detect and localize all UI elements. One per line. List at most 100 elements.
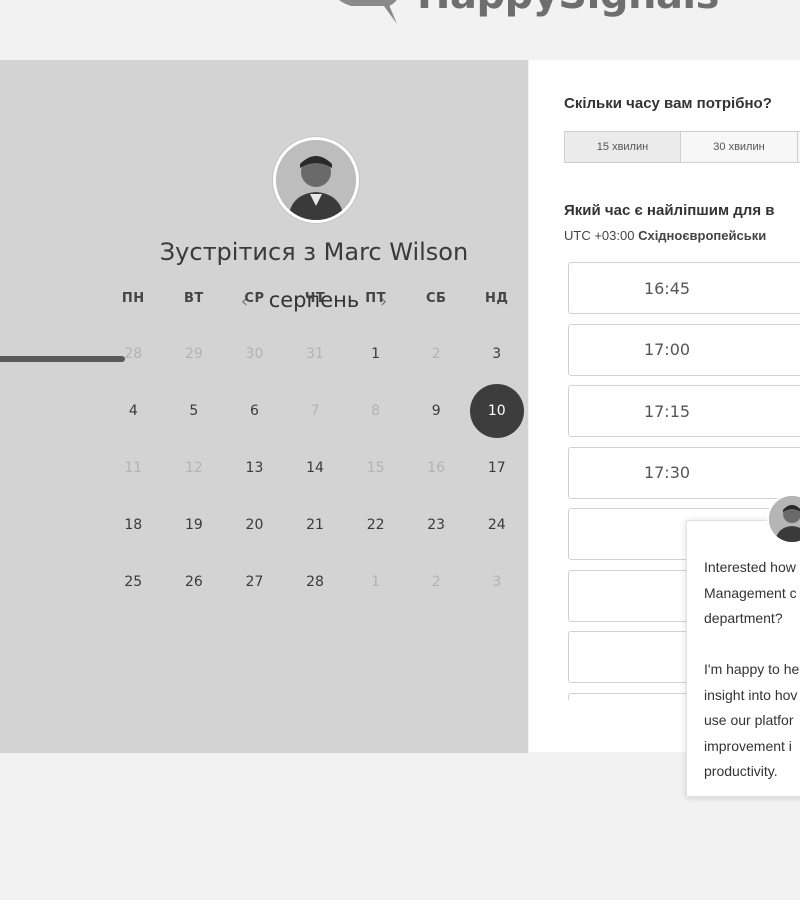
calendar-day-number: 16 <box>427 459 446 476</box>
calendar-day-number: 10 <box>469 383 524 438</box>
calendar-week-row: 28 29 30 31 1 2 3 <box>103 325 527 382</box>
calendar-day-number: 14 <box>306 459 324 476</box>
calendar-day-number: 29 <box>184 345 203 362</box>
weekday-label: ПН <box>121 290 145 306</box>
calendar-day[interactable]: 3 <box>466 346 527 362</box>
calendar-day[interactable]: 13 <box>224 460 285 476</box>
chat-message: Interested how Management c department? … <box>704 559 800 779</box>
calendar-day[interactable]: 5 <box>164 403 225 419</box>
calendar-day: 2 <box>406 346 467 362</box>
calendar-day[interactable]: 17 <box>466 460 527 476</box>
calendar-day[interactable]: 9 <box>406 403 467 419</box>
calendar-day: 3 <box>466 574 527 590</box>
calendar-day-number: 15 <box>366 459 385 476</box>
calendar-grid: ПН ВТ СР ЧТ ПТ СБ НД 28 29 30 31 1 2 3 4 5 6 7 8 9 10… <box>103 286 527 610</box>
calendar-day[interactable]: 25 <box>103 574 164 590</box>
calendar-day-number: 21 <box>306 516 324 533</box>
weekday-header: ПН ВТ СР ЧТ ПТ СБ НД <box>103 286 527 310</box>
calendar-day-number: 28 <box>124 345 143 362</box>
calendar-day: 16 <box>406 460 467 476</box>
calendar-day-number: 31 <box>306 345 324 362</box>
calendar-day[interactable]: 20 <box>224 517 285 533</box>
calendar-day[interactable]: 14 <box>285 460 346 476</box>
calendar-day[interactable]: 26 <box>164 574 225 590</box>
time-slot-button[interactable]: 17:00 <box>568 323 800 376</box>
timezone-offset: UTC +03:00 <box>564 228 635 243</box>
calendar-day-number: 19 <box>184 516 203 533</box>
calendar-day: 31 <box>285 346 346 362</box>
time-slot-button[interactable]: 17:30 <box>568 446 800 499</box>
calendar-day-number: 23 <box>427 516 446 533</box>
duration-30-button[interactable]: 30 хвилин <box>681 131 798 163</box>
weekday-label: ЧТ <box>304 290 326 306</box>
calendar-day-number: 11 <box>124 459 143 476</box>
calendar-day-number: 12 <box>184 459 203 476</box>
calendar-day[interactable]: 19 <box>164 517 225 533</box>
calendar-day-number: 22 <box>366 516 385 533</box>
timezone-name: Східноєвропейськи <box>638 228 767 243</box>
calendar-day[interactable]: 4 <box>103 403 164 419</box>
time-slot-button[interactable]: 17:15 <box>568 385 800 437</box>
calendar-day-number: 2 <box>431 345 441 362</box>
calendar-day-number: 18 <box>124 516 143 533</box>
calendar-day: 7 <box>285 403 346 419</box>
duration-selector: 15 хвилин 30 хвилин <box>564 131 800 163</box>
weekday-label: ПТ <box>365 290 386 306</box>
speech-bubble-logo-icon <box>323 0 405 40</box>
calendar-day[interactable]: 6 <box>224 403 285 419</box>
calendar-day-number: 4 <box>128 402 138 419</box>
calendar-week-row: 18 19 20 21 22 23 24 <box>103 496 527 553</box>
calendar-day-number: 1 <box>371 345 381 362</box>
calendar-day-number: 2 <box>431 573 441 590</box>
calendar-day-number: 3 <box>492 573 502 590</box>
calendar-day-selected[interactable]: 10 <box>466 383 527 438</box>
calendar-day-number: 6 <box>249 402 259 419</box>
calendar-day-number: 5 <box>189 402 199 419</box>
calendar-day[interactable]: 21 <box>285 517 346 533</box>
calendar-day-number: 8 <box>371 402 381 419</box>
calendar-day-number: 28 <box>306 573 324 590</box>
calendar-day-number: 17 <box>487 459 506 476</box>
calendar-day-number: 30 <box>245 345 264 362</box>
timezone-selector[interactable]: UTC +03:00 Східноєвропейськи <box>564 228 766 243</box>
calendar-day: 11 <box>103 460 164 476</box>
calendar-day[interactable]: 18 <box>103 517 164 533</box>
calendar-day-number: 13 <box>245 459 264 476</box>
calendar-weeks: 28 29 30 31 1 2 3 4 5 6 7 8 9 10 11 12 13 14 15 16 17 18 19 20 2… <box>103 325 527 610</box>
time-slot-button[interactable]: 16:45 <box>568 262 800 314</box>
calendar-day-number: 27 <box>245 573 264 590</box>
calendar-day: 2 <box>406 574 467 590</box>
weekday-label: СР <box>244 290 265 306</box>
duration-15-button[interactable]: 15 хвилин <box>564 131 681 163</box>
weekday-label: НД <box>485 290 509 306</box>
calendar-week-row: 11 12 13 14 15 16 17 <box>103 439 527 496</box>
calendar-day[interactable]: 28 <box>285 574 346 590</box>
calendar-day: 15 <box>345 460 406 476</box>
logo-text: HappySignals <box>417 0 719 18</box>
calendar-day-number: 7 <box>310 402 320 419</box>
calendar-day: 30 <box>224 346 285 362</box>
duration-question: Скільки часу вам потрібно? <box>564 95 772 112</box>
weekday-label: ВТ <box>183 290 204 306</box>
chat-popup[interactable]: Interested how Management c department? … <box>686 520 800 797</box>
weekday-label: СБ <box>425 290 447 306</box>
calendar-week-row: 4 5 6 7 8 9 10 <box>103 382 527 439</box>
calendar-day-number: 25 <box>124 573 143 590</box>
calendar-day: 8 <box>345 403 406 419</box>
happysignals-logo[interactable]: HappySignals <box>323 0 719 48</box>
time-question: Який час є найліпшим для в <box>564 202 775 219</box>
calendar-day-number: 20 <box>245 516 264 533</box>
calendar-day: 12 <box>164 460 225 476</box>
calendar-day[interactable]: 1 <box>345 346 406 362</box>
calendar-day[interactable]: 27 <box>224 574 285 590</box>
host-avatar <box>273 137 359 223</box>
calendar-day[interactable]: 22 <box>345 517 406 533</box>
calendar-day: 1 <box>345 574 406 590</box>
calendar-day[interactable]: 23 <box>406 517 467 533</box>
calendar-day-number: 9 <box>431 402 441 419</box>
calendar-day-number: 1 <box>371 573 381 590</box>
calendar-day: 28 <box>103 346 164 362</box>
calendar-day[interactable]: 24 <box>466 517 527 533</box>
calendar-week-row: 25 26 27 28 1 2 3 <box>103 553 527 610</box>
calendar-day-number: 24 <box>487 516 506 533</box>
